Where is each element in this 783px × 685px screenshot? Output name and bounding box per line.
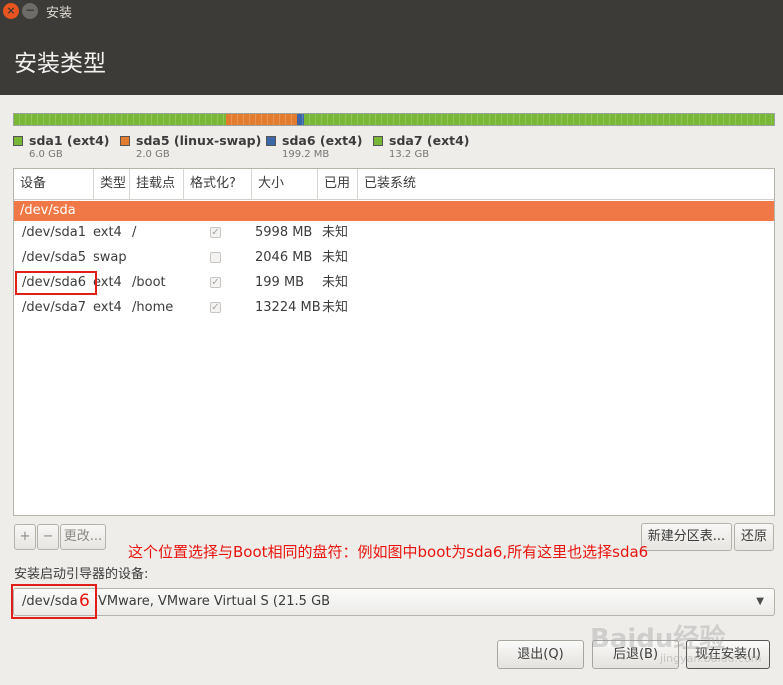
legend-name: sda7 (ext4)	[389, 133, 470, 148]
baidu-watermark: Baidu经验	[590, 624, 726, 654]
header-divider	[14, 199, 774, 200]
cell-mount: /boot	[132, 275, 166, 290]
column-header-type[interactable]: 类型	[94, 169, 130, 199]
cell-type: ext4	[93, 300, 122, 315]
annotation-text: 这个位置选择与Boot相同的盘符：例如图中boot为sda6,所有这里也选择sd…	[128, 543, 649, 561]
title-bar: × − 安装	[0, 0, 783, 22]
cell-type: ext4	[93, 275, 122, 290]
column-header-device[interactable]: 设备	[14, 169, 94, 199]
format-checkbox[interactable]: ✓	[210, 227, 221, 238]
legend-name: sda6 (ext4)	[282, 133, 363, 148]
cell-size: 2046 MB	[255, 250, 313, 265]
cell-mount: /home	[132, 300, 174, 315]
add-partition-button[interactable]: +	[14, 524, 36, 550]
format-checkbox[interactable]	[210, 252, 221, 263]
page-title: 安装类型	[14, 51, 106, 77]
column-header-used[interactable]: 已用	[318, 169, 358, 199]
baidu-watermark-url: jingyan.baidu.com	[660, 652, 762, 665]
bootloader-label: 安装启动引导器的设备:	[14, 567, 149, 582]
close-icon[interactable]: ×	[3, 3, 19, 19]
table-row[interactable]: /dev/sda6 ext4 /boot ✓ 199 MB 未知	[14, 270, 774, 295]
cell-used: 未知	[322, 250, 349, 265]
column-header-system[interactable]: 已装系统	[358, 169, 774, 199]
cell-type: swap	[93, 250, 127, 265]
legend-swatch	[373, 136, 383, 146]
minimize-icon[interactable]: −	[22, 3, 38, 19]
change-partition-button[interactable]: 更改...	[60, 524, 106, 550]
legend-name: sda1 (ext4)	[29, 133, 110, 148]
quit-button[interactable]: 退出(Q)	[497, 640, 584, 669]
page-header: 安装类型	[0, 22, 783, 95]
cell-device: /dev/sda7	[22, 300, 86, 315]
legend-size: 13.2 GB	[389, 149, 430, 160]
partition-bar-segment	[296, 114, 304, 125]
disk-label: /dev/sda	[20, 203, 76, 218]
format-checkbox[interactable]: ✓	[210, 302, 221, 313]
legend-size: 199.2 MB	[282, 149, 330, 160]
cell-device: /dev/sda1	[22, 225, 86, 240]
remove-partition-button[interactable]: −	[37, 524, 59, 550]
bootloader-device-select[interactable]: /dev/sda VMware, VMware Virtual S (21.5 …	[13, 588, 775, 616]
partition-table[interactable]: 设备 类型 挂载点 格式化? 大小 已用 已装系统 /dev/sda /dev/…	[13, 168, 775, 516]
cell-used: 未知	[322, 300, 349, 315]
table-row[interactable]: /dev/sda1 ext4 / ✓ 5998 MB 未知	[14, 220, 774, 245]
cell-type: ext4	[93, 225, 122, 240]
legend-size: 2.0 GB	[136, 149, 170, 160]
partition-bar-segment	[303, 114, 774, 125]
legend-swatch	[120, 136, 130, 146]
new-partition-table-button[interactable]: 新建分区表...	[641, 523, 732, 551]
bootloader-device-suffix: VMware, VMware Virtual S (21.5 GB	[98, 594, 331, 609]
cell-used: 未知	[322, 225, 349, 240]
cell-used: 未知	[322, 275, 349, 290]
partition-bar-segment	[14, 114, 227, 125]
format-checkbox[interactable]: ✓	[210, 277, 221, 288]
highlight-box-bootloader	[11, 584, 97, 619]
chevron-down-icon: ▼	[756, 596, 764, 607]
cell-mount: /	[132, 225, 137, 240]
cell-size: 13224 MB	[255, 300, 321, 315]
legend-swatch	[13, 136, 23, 146]
highlight-box-sda6	[15, 271, 97, 295]
window-title: 安装	[46, 6, 73, 21]
column-header-mount[interactable]: 挂载点	[130, 169, 184, 199]
column-header-format[interactable]: 格式化?	[184, 169, 252, 199]
legend-swatch	[266, 136, 276, 146]
legend-name: sda5 (linux-swap)	[136, 133, 262, 148]
partition-bar-segment	[226, 114, 297, 125]
cell-size: 5998 MB	[255, 225, 313, 240]
table-row[interactable]: /dev/sda5 swap 2046 MB 未知	[14, 245, 774, 270]
legend-size: 6.0 GB	[29, 149, 63, 160]
cell-device: /dev/sda5	[22, 250, 86, 265]
table-row-disk[interactable]: /dev/sda	[14, 201, 774, 221]
cell-size: 199 MB	[255, 275, 305, 290]
partition-bar	[13, 113, 775, 126]
column-header-size[interactable]: 大小	[252, 169, 318, 199]
revert-button[interactable]: 还原	[734, 523, 774, 551]
table-row[interactable]: /dev/sda7 ext4 /home ✓ 13224 MB 未知	[14, 295, 774, 320]
